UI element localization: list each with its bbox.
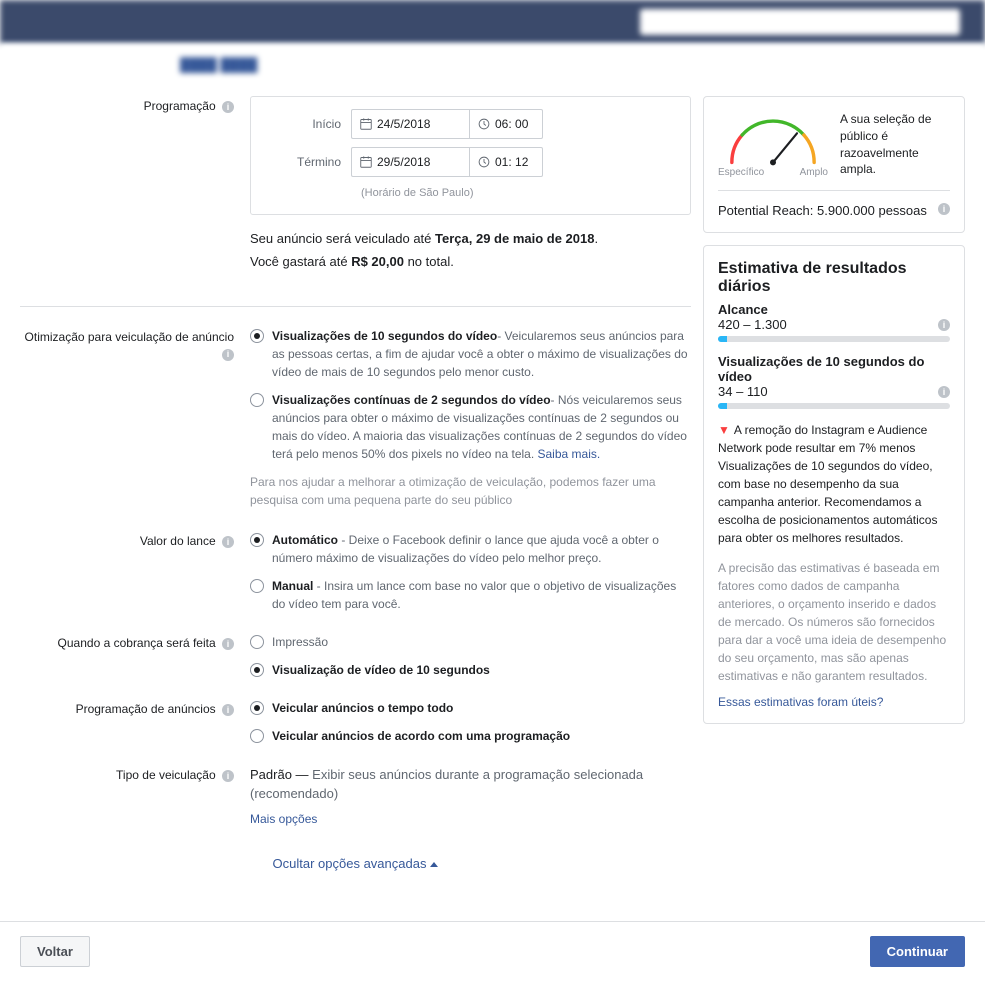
est-views-bar — [718, 403, 950, 409]
timezone-note: (Horário de São Paulo) — [361, 185, 678, 202]
estimates-title: Estimativa de resultados diários — [718, 260, 950, 296]
bid-auto-text: Automático - Deixe o Facebook definir o … — [272, 531, 691, 567]
info-icon[interactable]: i — [222, 101, 234, 113]
info-icon[interactable]: i — [222, 536, 234, 548]
info-icon[interactable]: i — [222, 349, 234, 361]
audience-gauge — [718, 111, 828, 171]
radio-charge-10sec[interactable] — [250, 663, 264, 677]
bid-label: Valor do lance — [140, 534, 216, 548]
ad-scheduling-label: Programação de anúncios — [76, 702, 216, 716]
end-date-input[interactable]: 29/5/2018 — [351, 147, 469, 177]
global-search-input[interactable] — [640, 9, 960, 35]
radio-charge-impression[interactable] — [250, 635, 264, 649]
start-label: Início — [263, 115, 351, 133]
placement-warning: ▼A remoção do Instagram e Audience Netwo… — [718, 421, 950, 547]
calendar-icon — [360, 156, 372, 168]
optimization-label: Otimização para veiculação de anúncio — [25, 330, 234, 344]
est-views-range: 34 – 110 — [718, 384, 768, 399]
info-icon[interactable]: i — [938, 319, 950, 331]
optimization-helper: Para nos ajudar a melhorar a otimização … — [250, 473, 691, 509]
sched-always-text: Veicular anúncios o tempo todo — [272, 699, 691, 717]
back-button[interactable]: Voltar — [20, 936, 90, 967]
charge-label: Quando a cobrança será feita — [58, 636, 216, 650]
potential-reach: Potential Reach: 5.900.000 pessoas i — [718, 190, 950, 218]
sched-custom-text: Veicular anúncios de acordo com uma prog… — [272, 727, 691, 745]
end-label: Término — [263, 153, 351, 171]
start-time-input[interactable]: 06: 00 — [469, 109, 543, 139]
top-nav-bar — [0, 0, 985, 44]
radio-sched-always[interactable] — [250, 701, 264, 715]
est-reach-label: Alcance — [718, 302, 950, 317]
radio-bid-manual[interactable] — [250, 579, 264, 593]
hide-advanced-toggle[interactable]: Ocultar opções avançadas — [273, 856, 439, 871]
sub-nav-item[interactable]: ████ ████ — [180, 57, 257, 72]
charge-10sec-text: Visualização de vídeo de 10 segundos — [272, 661, 691, 679]
info-icon[interactable]: i — [222, 704, 234, 716]
radio-opt-10sec[interactable] — [250, 329, 264, 343]
opt-2sec-text: Visualizações contínuas de 2 segundos do… — [272, 391, 691, 463]
warning-icon: ▼ — [718, 423, 730, 437]
audience-panel: Específico Amplo A sua seleção de públic… — [703, 96, 965, 233]
run-until-text: Seu anúncio será veiculado até Terça, 29… — [250, 229, 691, 249]
radio-bid-auto[interactable] — [250, 533, 264, 547]
delivery-type-label: Tipo de veiculação — [116, 768, 216, 782]
opt-10sec-text: Visualizações de 10 segundos do vídeo- V… — [272, 327, 691, 381]
calendar-icon — [360, 118, 372, 130]
learn-more-link[interactable]: Saiba mais. — [538, 447, 601, 461]
est-reach-bar — [718, 336, 950, 342]
estimates-feedback-link[interactable]: Essas estimativas foram úteis? — [718, 695, 883, 709]
end-time-input[interactable]: 01: 12 — [469, 147, 543, 177]
clock-icon — [478, 156, 490, 168]
charge-impression-text: Impressão — [272, 633, 691, 651]
est-views-label: Visualizações de 10 segundos do vídeo — [718, 354, 950, 384]
bid-manual-text: Manual - Insira um lance com base no val… — [272, 577, 691, 613]
info-icon[interactable]: i — [938, 203, 950, 215]
schedule-label: Programação — [144, 99, 216, 113]
schedule-box: Início 24/5/2018 06: 00 — [250, 96, 691, 215]
clock-icon — [478, 118, 490, 130]
sub-nav-bar: ████ ████ — [0, 44, 985, 84]
audience-message: A sua seleção de público é razoavelmente… — [840, 111, 950, 178]
continue-button[interactable]: Continuar — [870, 936, 965, 967]
start-date-input[interactable]: 24/5/2018 — [351, 109, 469, 139]
more-options-link[interactable]: Mais opções — [250, 812, 317, 826]
est-reach-range: 420 – 1.300 — [718, 317, 787, 332]
info-icon[interactable]: i — [222, 770, 234, 782]
radio-sched-custom[interactable] — [250, 729, 264, 743]
info-icon[interactable]: i — [938, 386, 950, 398]
footer-bar: Voltar Continuar — [0, 921, 985, 981]
estimates-disclaimer: A precisão das estimativas é baseada em … — [718, 559, 950, 685]
info-icon[interactable]: i — [222, 638, 234, 650]
chevron-up-icon — [430, 862, 438, 867]
delivery-text: Padrão — Exibir seus anúncios durante a … — [250, 765, 691, 804]
spend-text: Você gastará até R$ 20,00 no total. — [250, 252, 691, 272]
estimates-panel: Estimativa de resultados diários Alcance… — [703, 245, 965, 724]
radio-opt-2sec[interactable] — [250, 393, 264, 407]
